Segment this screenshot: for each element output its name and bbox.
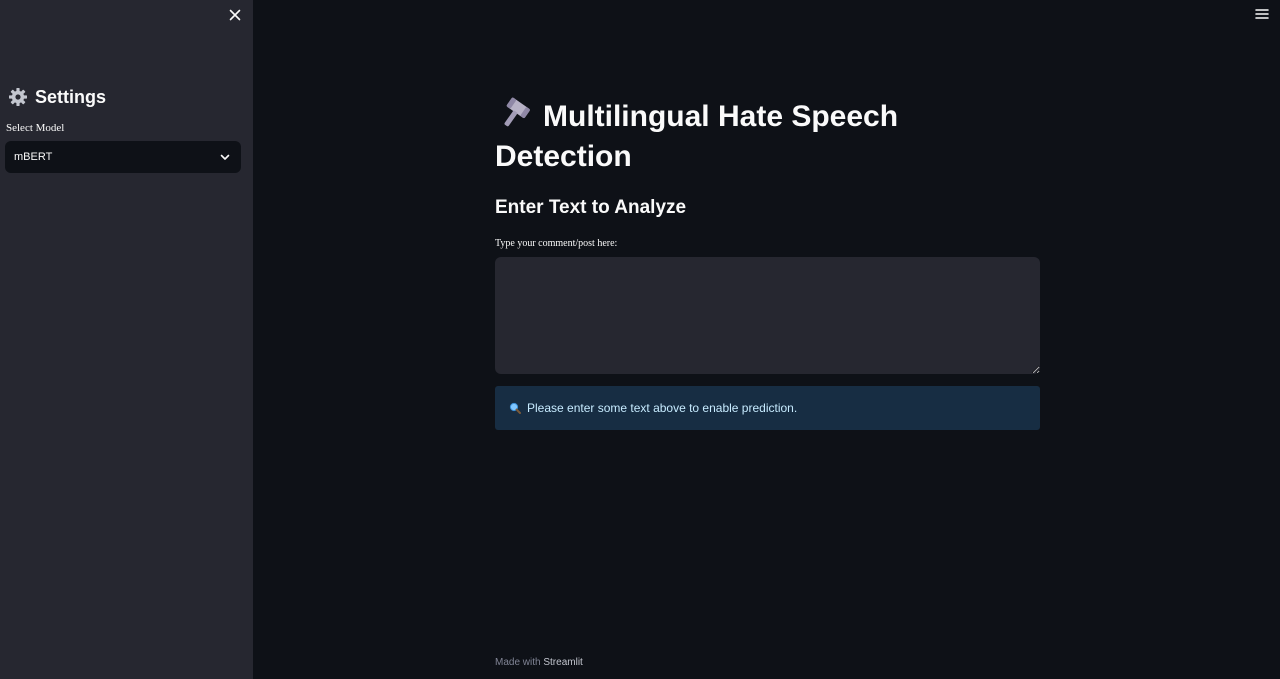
app-root: Settings Select Model mBERT Multilingual… [0, 0, 1280, 679]
model-select-value: mBERT [14, 151, 53, 163]
comment-textarea[interactable] [495, 257, 1040, 374]
select-model-label: Select Model [6, 122, 65, 134]
footer-prefix: Made with [495, 657, 541, 668]
gear-icon [8, 87, 28, 107]
sidebar-heading: Settings [8, 85, 106, 109]
sidebar: Settings Select Model mBERT [0, 0, 253, 679]
model-select[interactable]: mBERT [5, 141, 241, 173]
footer: Made with Streamlit [495, 657, 583, 668]
info-alert: Please enter some text above to enable p… [495, 386, 1040, 430]
footer-brand-link[interactable]: Streamlit [543, 657, 582, 668]
section-subheader: Enter Text to Analyze [495, 197, 687, 218]
close-icon[interactable] [225, 5, 245, 25]
main-content: Multilingual Hate Speech Detection Enter… [495, 96, 1040, 430]
gavel-emoji-icon [495, 96, 533, 132]
page-title-text: Multilingual Hate Speech Detection [495, 100, 899, 173]
chevron-down-icon [219, 151, 231, 163]
hamburger-menu-icon[interactable] [1253, 5, 1271, 23]
info-message: Please enter some text above to enable p… [527, 401, 798, 415]
magnifier-icon [509, 402, 521, 414]
page-title: Multilingual Hate Speech Detection [495, 96, 1040, 177]
comment-input-label: Type your comment/post here: [495, 238, 618, 249]
sidebar-title: Settings [35, 86, 107, 107]
